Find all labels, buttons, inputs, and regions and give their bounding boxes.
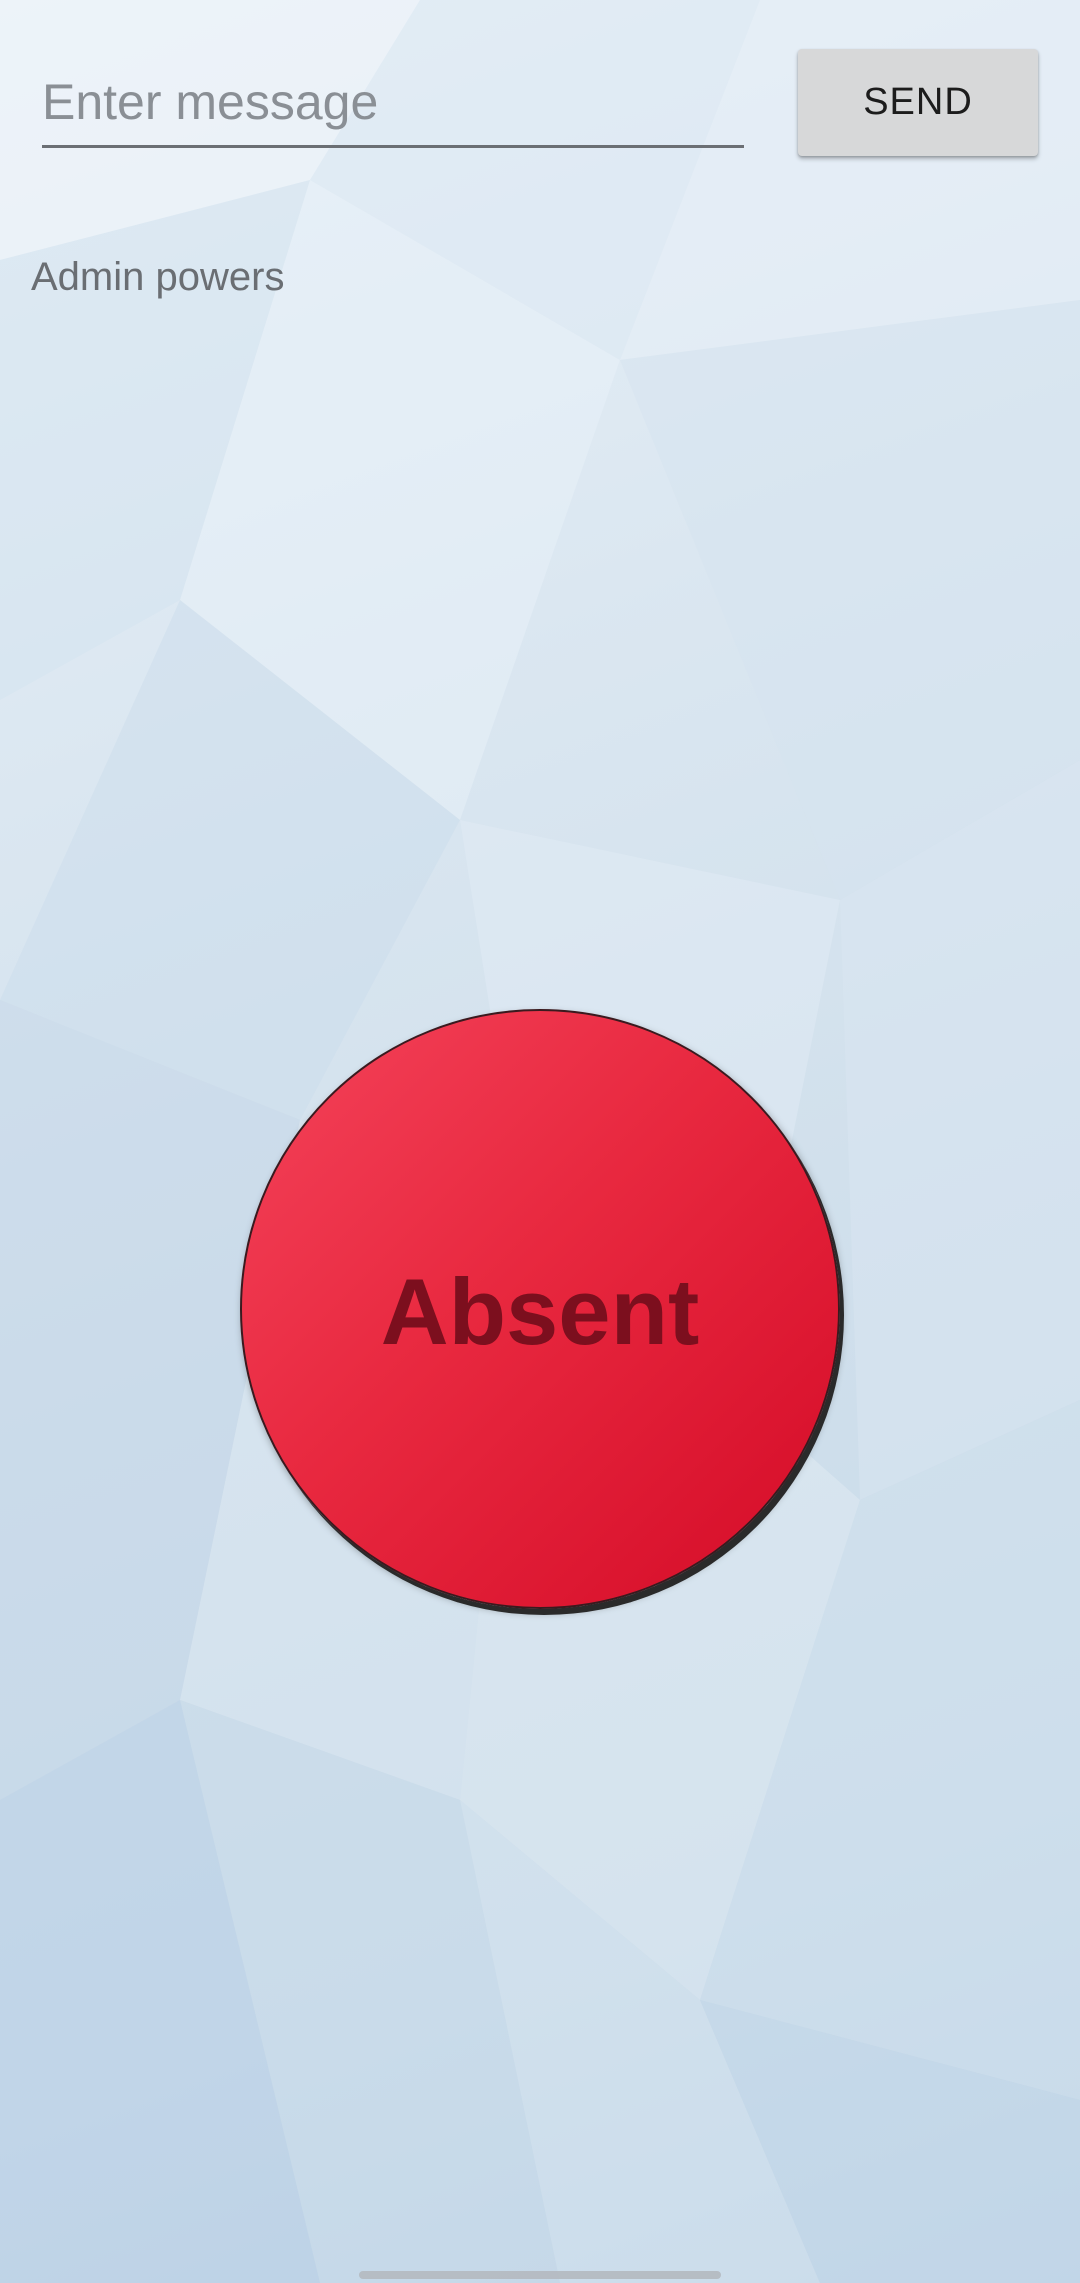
admin-powers-label[interactable]: Admin powers: [31, 255, 284, 300]
send-button[interactable]: SEND: [798, 49, 1038, 156]
home-indicator[interactable]: [359, 2271, 721, 2279]
message-field[interactable]: [42, 60, 744, 148]
message-input[interactable]: [42, 60, 744, 144]
message-input-underline: [42, 145, 744, 148]
status-label: Absent: [380, 1259, 700, 1364]
status-toggle-button[interactable]: Absent: [240, 1009, 840, 1609]
